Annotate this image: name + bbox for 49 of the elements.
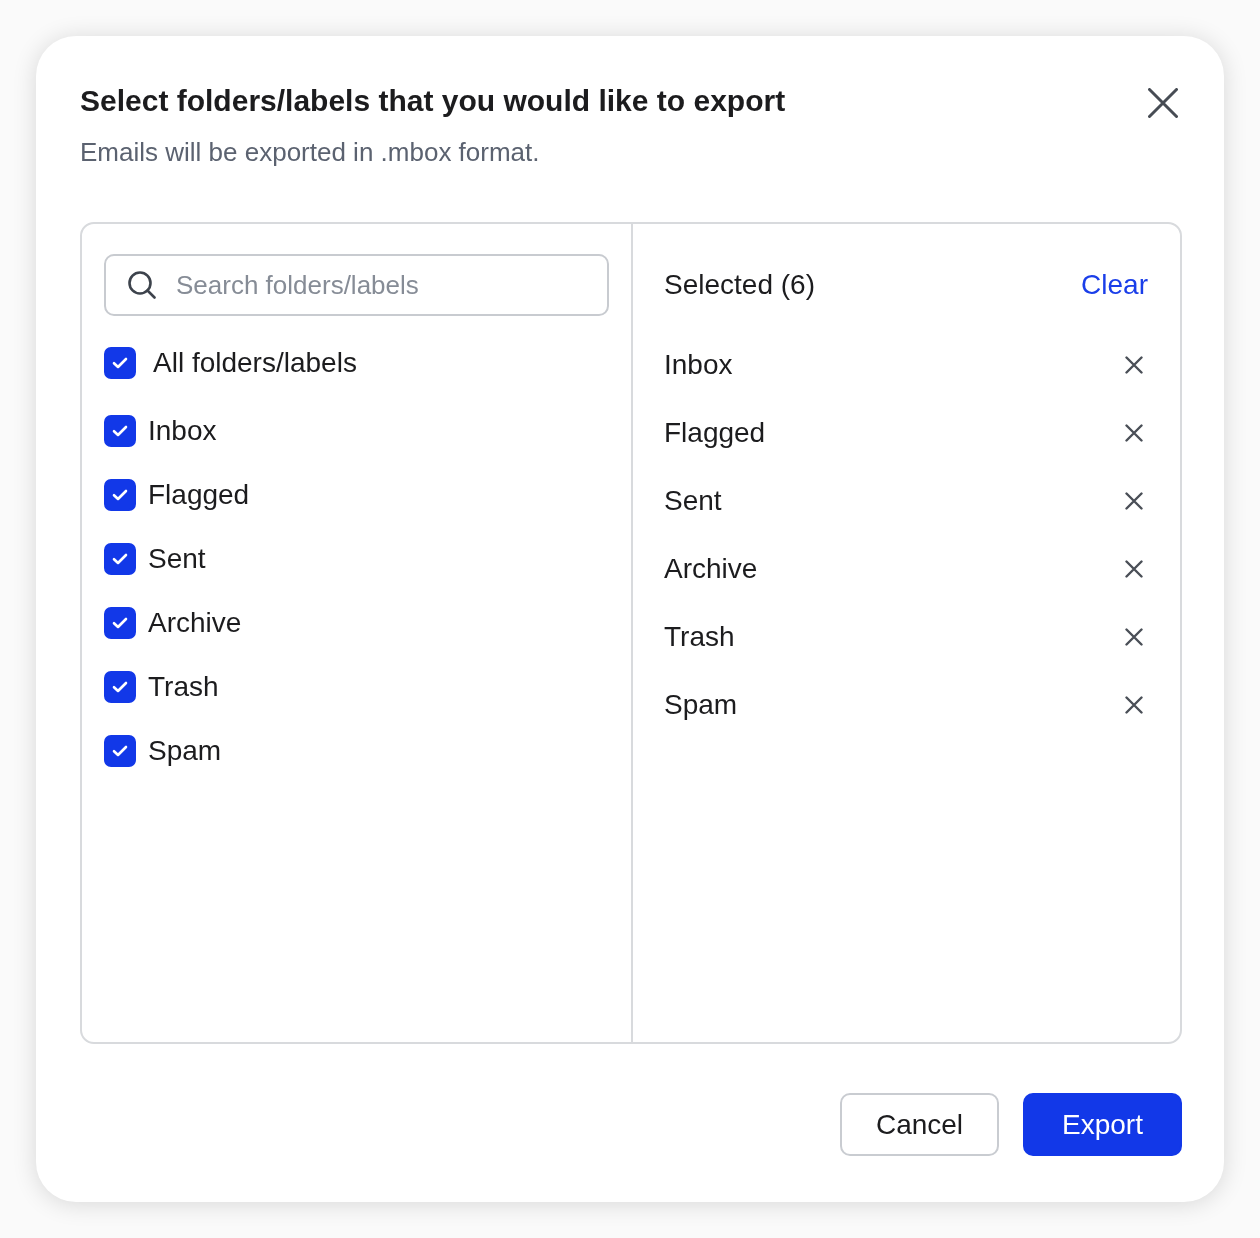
check-icon [112, 745, 128, 757]
check-icon [112, 681, 128, 693]
checkbox-label: All folders/labels [153, 346, 357, 380]
export-button[interactable]: Export [1023, 1093, 1182, 1156]
check-icon [112, 425, 128, 437]
checkbox[interactable] [104, 415, 136, 447]
close-icon [1148, 88, 1178, 118]
folder-label: Inbox [148, 414, 217, 448]
checkbox[interactable] [104, 479, 136, 511]
checkbox[interactable] [104, 671, 136, 703]
folder-label: Trash [148, 670, 219, 704]
dialog-title: Select folders/labels that you would like to export [80, 83, 786, 119]
close-icon [1125, 560, 1143, 578]
selected-heading: Selected (6) [664, 268, 815, 302]
folder-label: Sent [148, 542, 206, 576]
folder-label: Flagged [148, 478, 250, 512]
check-icon [112, 489, 128, 501]
remove-button[interactable] [1124, 695, 1144, 715]
selected-folder-label: Archive [664, 552, 758, 586]
folder-label: Archive [148, 606, 242, 640]
search-field[interactable]: Search folders/labels [104, 254, 609, 316]
selected-folder-label: Sent [664, 484, 722, 518]
remove-button[interactable] [1124, 627, 1144, 647]
close-icon [1125, 492, 1143, 510]
dialog-subtitle: Emails will be exported in .mbox format. [80, 136, 541, 168]
folder-label: Spam [148, 734, 222, 768]
clear-link[interactable]: Clear [1081, 268, 1148, 302]
close-icon [1125, 628, 1143, 646]
selected-folder-label: Spam [664, 688, 738, 722]
check-icon [112, 617, 128, 629]
checkbox[interactable] [104, 543, 136, 575]
remove-button[interactable] [1124, 355, 1144, 375]
check-icon [112, 553, 128, 565]
remove-button[interactable] [1124, 491, 1144, 511]
close-icon [1125, 424, 1143, 442]
remove-button[interactable] [1124, 559, 1144, 579]
close-icon [1125, 356, 1143, 374]
close-button[interactable] [1146, 86, 1180, 120]
cancel-button[interactable]: Cancel [840, 1093, 999, 1156]
selected-folder-label: Inbox [664, 348, 733, 382]
checkbox[interactable] [104, 735, 136, 767]
search-icon [128, 271, 156, 299]
checkbox[interactable] [104, 607, 136, 639]
checkbox[interactable] [104, 347, 136, 379]
close-icon [1125, 696, 1143, 714]
selected-folder-label: Flagged [664, 416, 766, 450]
remove-button[interactable] [1124, 423, 1144, 443]
check-icon [112, 357, 128, 369]
selected-folder-label: Trash [664, 620, 735, 654]
